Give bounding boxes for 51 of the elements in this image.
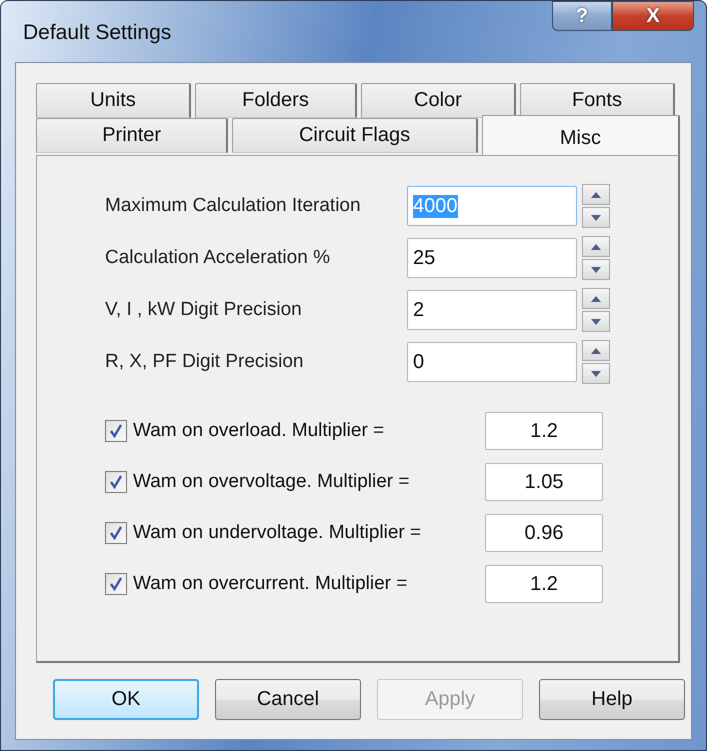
- check-icon: [109, 526, 123, 540]
- input-field[interactable]: 1.2: [485, 412, 603, 450]
- checkbox[interactable]: [105, 573, 127, 595]
- checkbox-label: Wam on undervoltage. Multiplier =: [133, 522, 422, 544]
- up-arrow-icon: [591, 296, 601, 302]
- tab[interactable]: Folders: [195, 83, 357, 118]
- tab[interactable]: Misc: [482, 115, 680, 155]
- window-title: Default Settings: [23, 21, 172, 45]
- field-label: R, X, PF Digit Precision: [105, 351, 304, 373]
- spin-up-button[interactable]: [582, 288, 610, 309]
- tab[interactable]: Color: [360, 83, 516, 118]
- spin-up-button[interactable]: [582, 340, 610, 361]
- input-field[interactable]: 1.2: [485, 565, 603, 603]
- field-label: Maximum Calculation Iteration: [105, 195, 362, 217]
- checkbox[interactable]: [105, 522, 127, 544]
- checkbox[interactable]: [105, 471, 127, 493]
- spin-down-button[interactable]: [582, 207, 610, 228]
- tab[interactable]: Fonts: [520, 83, 675, 118]
- tab[interactable]: Circuit Flags: [232, 118, 478, 153]
- up-arrow-icon: [591, 348, 601, 354]
- input-field[interactable]: 0: [407, 342, 577, 382]
- input-field[interactable]: 25: [407, 238, 577, 278]
- spin-up-button[interactable]: [582, 184, 610, 205]
- check-icon: [109, 577, 123, 591]
- field-label: V, I , kW Digit Precision: [105, 299, 303, 321]
- input-field[interactable]: 0.96: [485, 514, 603, 552]
- checkbox[interactable]: [105, 420, 127, 442]
- close-button[interactable]: X: [612, 1, 694, 31]
- checkbox-label: Wam on overload. Multiplier =: [133, 420, 386, 442]
- tab[interactable]: Units: [36, 83, 192, 118]
- input-field[interactable]: 1.05: [485, 463, 603, 501]
- down-arrow-icon: [591, 318, 601, 324]
- checkbox-label: Wam on overcurrent. Multiplier =: [133, 573, 408, 595]
- dialog-button[interactable]: Cancel: [215, 679, 361, 720]
- spin-down-button[interactable]: [582, 363, 610, 384]
- spin-up-button[interactable]: [582, 236, 610, 257]
- dialog-button[interactable]: OK: [53, 679, 199, 720]
- checkbox-label: Wam on overvoltage. Multiplier =: [133, 471, 410, 493]
- tab[interactable]: Printer: [36, 118, 228, 153]
- spin-down-button[interactable]: [582, 311, 610, 332]
- dialog-button[interactable]: Help: [539, 679, 685, 720]
- up-arrow-icon: [591, 244, 601, 250]
- down-arrow-icon: [591, 370, 601, 376]
- spin-down-button[interactable]: [582, 259, 610, 280]
- field-label: Calculation Acceleration %: [105, 247, 331, 269]
- up-arrow-icon: [591, 192, 601, 198]
- check-icon: [109, 424, 123, 438]
- check-icon: [109, 475, 123, 489]
- down-arrow-icon: [591, 214, 601, 220]
- down-arrow-icon: [591, 266, 601, 272]
- input-field[interactable]: 2: [407, 290, 577, 330]
